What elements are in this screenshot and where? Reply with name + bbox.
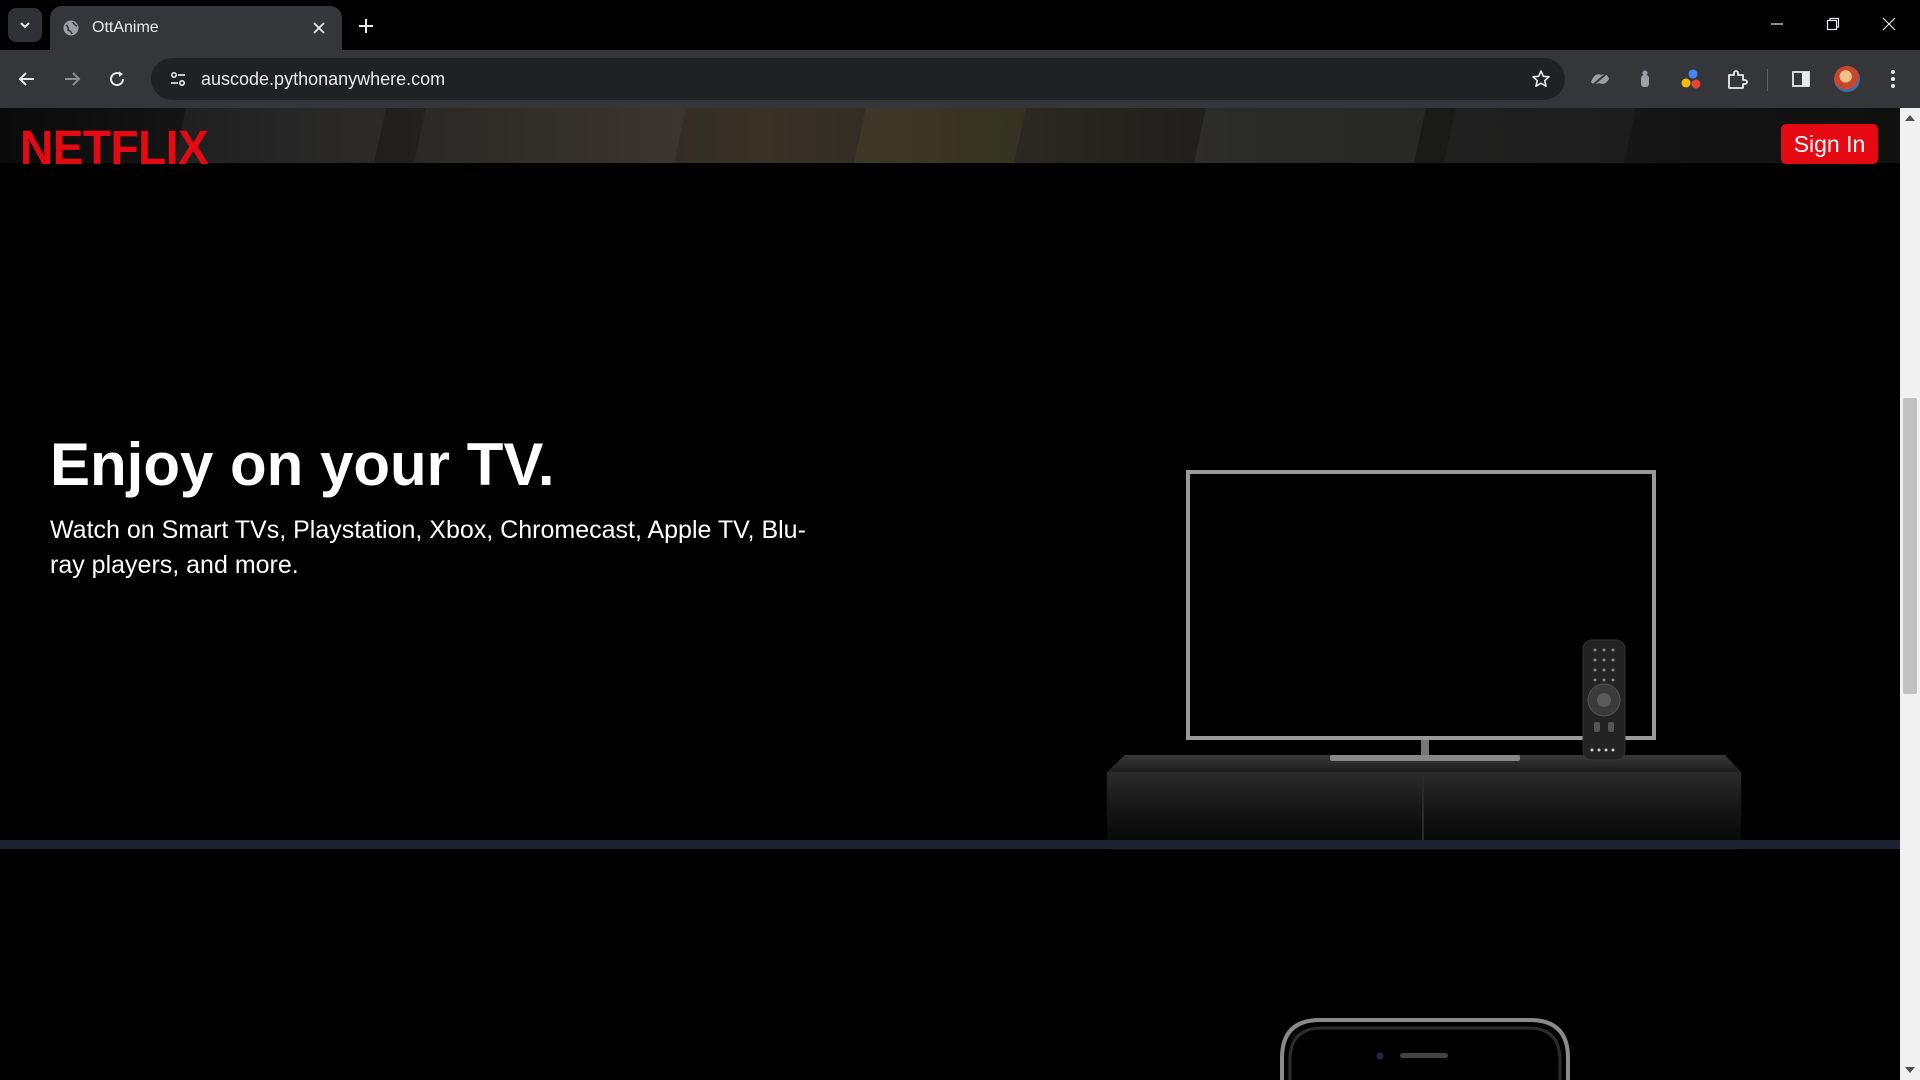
restore-button[interactable] [1810,6,1856,42]
extension-icon-3[interactable] [1674,62,1708,96]
page-scrollbar[interactable] [1900,108,1920,1080]
tab-search-button[interactable] [8,8,42,42]
phone-image [1280,1018,1570,1080]
page-viewport: NETFLIX Sign In Enjoy on your TV. Watch … [0,108,1900,1080]
restore-icon [1826,17,1840,31]
extension-icon-1[interactable] [1583,62,1617,96]
url-text[interactable]: auscode.pythonanywhere.com [201,69,1523,90]
chevron-down-icon [20,22,30,29]
reload-icon [110,71,125,87]
new-tab-button[interactable] [352,12,380,40]
more-icon[interactable] [1876,62,1910,96]
close-icon[interactable] [308,17,330,39]
profile-button[interactable] [1830,62,1864,96]
minimize-button[interactable] [1754,6,1800,42]
back-button[interactable] [10,62,44,96]
tv-image [1107,470,1741,850]
tv-section-subtitle: Watch on Smart TVs, Playstation, Xbox, C… [50,516,806,579]
avatar [1834,66,1860,92]
section-divider [0,840,1900,849]
browser-tab-bar: OttAnime [0,0,1920,50]
star-icon[interactable] [1523,61,1559,97]
poster-fragment [414,108,686,163]
browser-tab[interactable]: OttAnime [50,6,342,50]
forward-button[interactable] [55,62,89,96]
scrollbar-thumb[interactable] [1903,398,1917,694]
back-icon [18,72,34,86]
address-bar[interactable]: auscode.pythonanywhere.com [151,58,1565,100]
window-close-button[interactable] [1866,6,1912,42]
tab-title: OttAnime [92,19,159,36]
forward-icon [65,72,81,86]
poster-fragment [1194,108,1426,163]
globe-icon [62,19,80,37]
plus-icon [359,19,373,33]
scroll-up-arrow[interactable] [1905,114,1915,122]
toolbar-divider [1767,69,1768,91]
window-close-icon [1882,17,1896,31]
tv-section-title: Enjoy on your TV. [50,431,555,498]
poster-fragment [1444,108,1636,163]
minimize-icon [1771,23,1783,25]
poster-fragment [854,108,1026,163]
hero-background-strip [0,108,1900,198]
sidepanel-icon[interactable] [1784,62,1818,96]
reload-button[interactable] [100,62,134,96]
sign-in-button[interactable]: Sign In [1781,124,1878,164]
netflix-logo[interactable]: NETFLIX [20,119,209,176]
puzzle-icon[interactable] [1720,62,1754,96]
site-info-icon[interactable] [165,66,191,92]
browser-toolbar: auscode.pythonanywhere.com [0,50,1920,108]
scroll-down-arrow[interactable] [1905,1066,1915,1074]
extension-icon-2[interactable] [1628,62,1662,96]
